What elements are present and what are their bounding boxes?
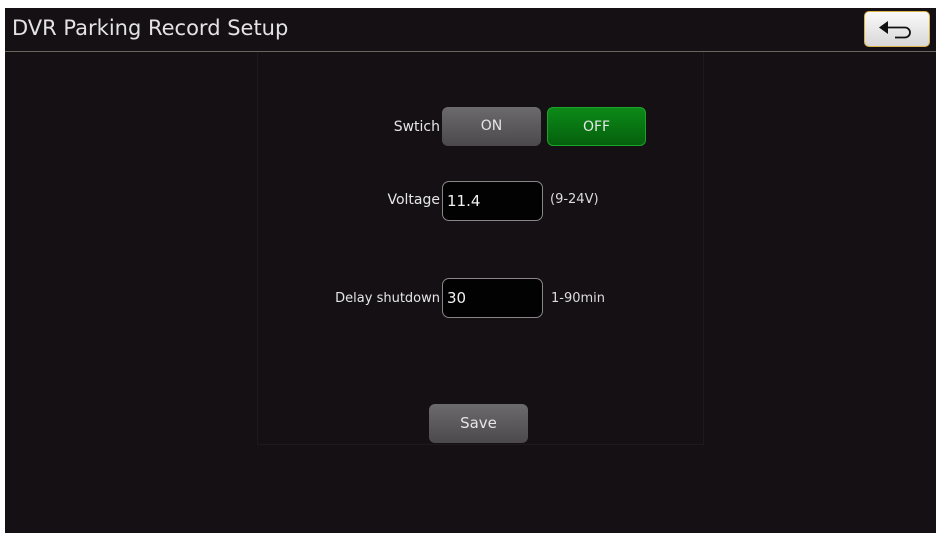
title-bar: DVR Parking Record Setup bbox=[5, 8, 936, 52]
switch-off-button[interactable]: OFF bbox=[547, 107, 646, 146]
switch-label: Swtich bbox=[393, 119, 440, 135]
switch-on-button[interactable]: ON bbox=[442, 107, 541, 146]
voltage-range-hint: (9-24V) bbox=[550, 192, 599, 207]
voltage-label: Voltage bbox=[387, 192, 440, 208]
delay-shutdown-input[interactable] bbox=[442, 278, 543, 318]
save-button[interactable]: Save bbox=[429, 404, 528, 443]
voltage-input[interactable] bbox=[442, 181, 543, 221]
delay-shutdown-label: Delay shutdown bbox=[335, 291, 440, 306]
back-button[interactable] bbox=[864, 11, 930, 47]
page-title: DVR Parking Record Setup bbox=[12, 16, 289, 40]
screen: DVR Parking Record Setup Swtich ON OFF V… bbox=[5, 8, 936, 533]
delay-range-hint: 1-90min bbox=[551, 291, 606, 306]
back-arrow-icon bbox=[879, 21, 911, 39]
